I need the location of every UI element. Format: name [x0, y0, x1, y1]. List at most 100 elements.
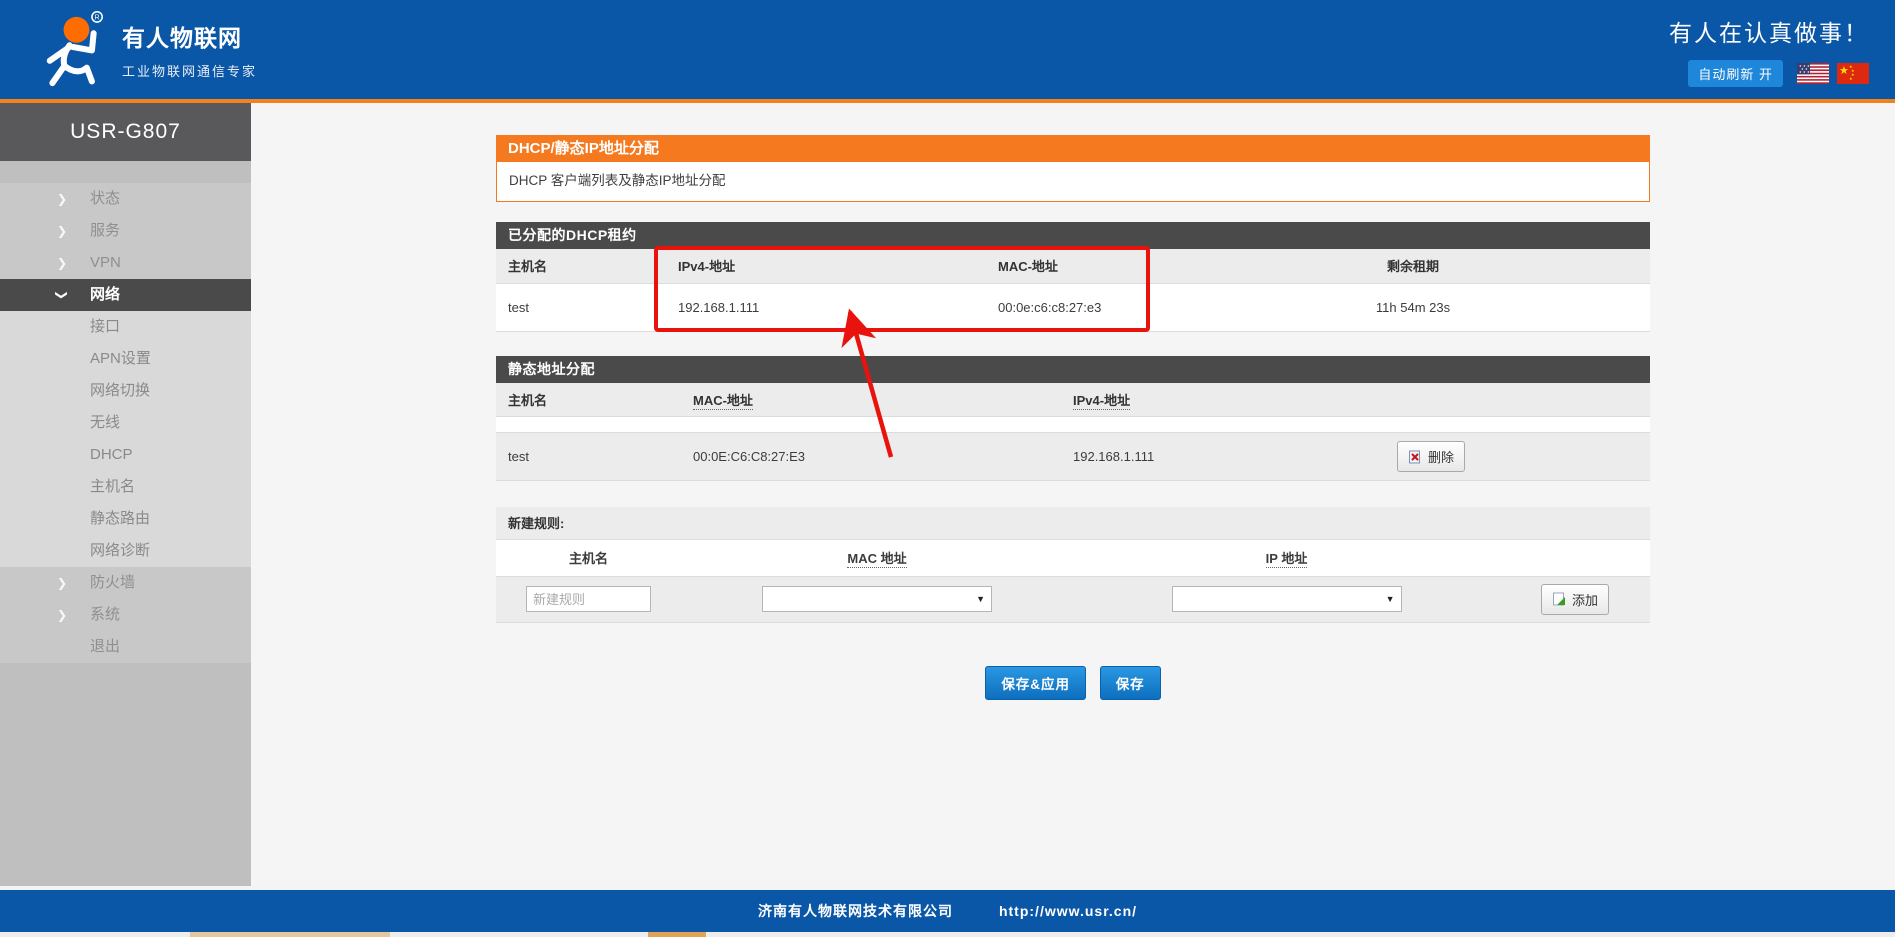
sidebar-item-label: 网络诊断: [90, 542, 150, 559]
dhcp-leases-title: 已分配的DHCP租约: [496, 222, 1650, 249]
chevron-right-icon: ❯: [57, 567, 90, 599]
top-header: R 有人物联网 工业物联网通信专家 有人在认真做事！ 自动刷新 开: [0, 0, 1895, 103]
chevron-down-icon: ❯: [57, 279, 90, 311]
table-row: test 192.168.1.111 00:0e:c6:c8:27:e3 11h…: [496, 283, 1650, 331]
brand-logo: R 有人物联网 工业物联网通信专家: [30, 7, 257, 93]
static-assign-section: 静态地址分配 主机名 MAC-地址 IPv4-地址: [496, 356, 1650, 482]
page-description: DHCP 客户端列表及静态IP地址分配: [496, 162, 1650, 202]
sidebar-item-label: 系统: [90, 606, 120, 623]
dhcp-leases-section: 已分配的DHCP租约 主机名 IPv4-地址 MAC-地址 剩余租期 tes: [496, 222, 1650, 332]
svg-text:R: R: [95, 14, 100, 21]
svg-text:★: ★: [1839, 65, 1849, 77]
footer: 济南有人物联网技术有限公司 http://www.usr.cn/: [0, 890, 1895, 932]
page-title: DHCP/静态IP地址分配: [496, 135, 1650, 162]
sidebar-item-hostname[interactable]: 主机名: [0, 471, 251, 503]
device-name: USR-G807: [0, 103, 251, 161]
usr-running-man-icon: R: [30, 7, 116, 93]
new-rule-table: 主机名 MAC 地址 IP 地址 ▼: [496, 540, 1650, 623]
column-header-ipv4: IPv4-地址: [666, 249, 986, 283]
chevron-right-icon: ❯: [57, 183, 90, 215]
lease-mac: 00:0e:c6:c8:27:e3: [986, 283, 1176, 331]
chevron-right-icon: ❯: [57, 215, 90, 247]
sidebar-item-interfaces[interactable]: 接口: [0, 311, 251, 343]
static-assign-table: 主机名 MAC-地址 IPv4-地址 test 00:0E:C6:C8:27:E…: [496, 383, 1650, 482]
sidebar-item-apn[interactable]: APN设置: [0, 343, 251, 375]
dhcp-leases-table: 主机名 IPv4-地址 MAC-地址 剩余租期 test 192.168.1.1…: [496, 249, 1650, 332]
sidebar-item-system[interactable]: ❯系统: [0, 599, 251, 631]
static-assign-title: 静态地址分配: [496, 356, 1650, 383]
delete-page-icon: [1408, 450, 1422, 464]
lease-hostname: test: [496, 283, 666, 331]
save-button[interactable]: 保存: [1100, 666, 1161, 700]
column-header-mac: MAC 地址: [681, 540, 1073, 576]
sidebar-item-label: 接口: [90, 318, 120, 335]
column-header-ip: IP 地址: [1073, 540, 1500, 576]
static-hostname: test: [496, 433, 681, 481]
sidebar: USR-G807 ❯状态 ❯服务 ❯VPN ❯网络 接口 APN设置 网络切换: [0, 103, 251, 886]
sidebar-item-services[interactable]: ❯服务: [0, 215, 251, 247]
column-header-ipv4: IPv4-地址: [1061, 383, 1385, 417]
lease-ipv4: 192.168.1.111: [666, 283, 986, 331]
sidebar-item-wireless[interactable]: 无线: [0, 407, 251, 439]
sidebar-item-logout[interactable]: 退出: [0, 631, 251, 663]
new-rule-title: 新建规则:: [496, 507, 1650, 540]
column-header-lease-time: 剩余租期: [1176, 249, 1650, 283]
sidebar-item-label: 无线: [90, 414, 120, 431]
cn-flag-icon[interactable]: ★ ★★ ★★: [1837, 63, 1869, 84]
sidebar-item-label: 网络: [90, 286, 120, 303]
sidebar-item-network-switch[interactable]: 网络切换: [0, 375, 251, 407]
sidebar-item-firewall[interactable]: ❯防火墙: [0, 567, 251, 599]
header-slogan: 有人在认真做事！: [1669, 14, 1869, 48]
bottom-edge-strip: [0, 932, 1895, 937]
column-header-mac: MAC-地址: [986, 249, 1176, 283]
new-rule-hostname-input[interactable]: [526, 586, 651, 612]
sidebar-item-label: 状态: [90, 190, 120, 207]
delete-button[interactable]: 删除: [1397, 441, 1465, 472]
sidebar-item-dhcp[interactable]: DHCP: [0, 439, 251, 471]
us-flag-icon[interactable]: ★★★ ★★ ★★★: [1797, 63, 1829, 84]
mac-address-select[interactable]: ▼: [762, 586, 992, 612]
sidebar-item-label: DHCP: [90, 446, 133, 463]
svg-text:★: ★: [1803, 70, 1806, 74]
svg-text:★: ★: [1807, 70, 1810, 74]
footer-company: 济南有人物联网技术有限公司: [758, 901, 953, 921]
chevron-right-icon: ❯: [57, 599, 90, 631]
ip-address-select[interactable]: ▼: [1172, 586, 1402, 612]
sidebar-item-status[interactable]: ❯状态: [0, 183, 251, 215]
save-apply-button[interactable]: 保存&应用: [985, 666, 1086, 700]
column-header-mac: MAC-地址: [681, 383, 1061, 417]
lease-remaining: 11h 54m 23s: [1176, 283, 1650, 331]
sidebar-item-network[interactable]: ❯网络: [0, 279, 251, 311]
new-rule-section: 新建规则: 主机名 MAC 地址 IP 地址: [496, 507, 1650, 623]
spacer-row: [496, 417, 1650, 433]
brand-title: 有人物联网: [122, 19, 257, 53]
add-page-icon: [1552, 592, 1566, 606]
table-row: test 00:0E:C6:C8:27:E3 192.168.1.111 删除: [496, 433, 1650, 481]
sidebar-item-vpn[interactable]: ❯VPN: [0, 247, 251, 279]
sidebar-item-static-routes[interactable]: 静态路由: [0, 503, 251, 535]
svg-text:★: ★: [1849, 76, 1853, 81]
sidebar-item-label: 防火墙: [90, 574, 135, 591]
sidebar-item-label: 退出: [90, 638, 120, 655]
chevron-right-icon: ❯: [57, 247, 90, 279]
column-header-hostname: 主机名: [496, 249, 666, 283]
brand-subtitle: 工业物联网通信专家: [122, 61, 257, 80]
static-mac: 00:0E:C6:C8:27:E3: [681, 433, 1061, 481]
sidebar-item-label: 静态路由: [90, 510, 150, 527]
sidebar-item-label: 主机名: [90, 478, 135, 495]
sidebar-item-diagnostics[interactable]: 网络诊断: [0, 535, 251, 567]
main-panel: DHCP/静态IP地址分配 DHCP 客户端列表及静态IP地址分配 已分配的DH…: [251, 103, 1895, 886]
footer-url-link[interactable]: http://www.usr.cn/: [999, 903, 1137, 919]
sidebar-item-label: VPN: [90, 254, 121, 271]
sidebar-item-label: APN设置: [90, 350, 151, 367]
caret-down-icon: ▼: [1386, 594, 1395, 604]
auto-refresh-toggle[interactable]: 自动刷新 开: [1688, 60, 1783, 87]
sidebar-item-label: 服务: [90, 222, 120, 239]
caret-down-icon: ▼: [976, 594, 985, 604]
sidebar-item-label: 网络切换: [90, 382, 150, 399]
column-header-hostname: 主机名: [496, 383, 681, 417]
static-ipv4: 192.168.1.111: [1061, 433, 1385, 481]
column-header-hostname: 主机名: [496, 540, 681, 576]
svg-text:★: ★: [1799, 70, 1802, 74]
add-button[interactable]: 添加: [1541, 584, 1609, 615]
